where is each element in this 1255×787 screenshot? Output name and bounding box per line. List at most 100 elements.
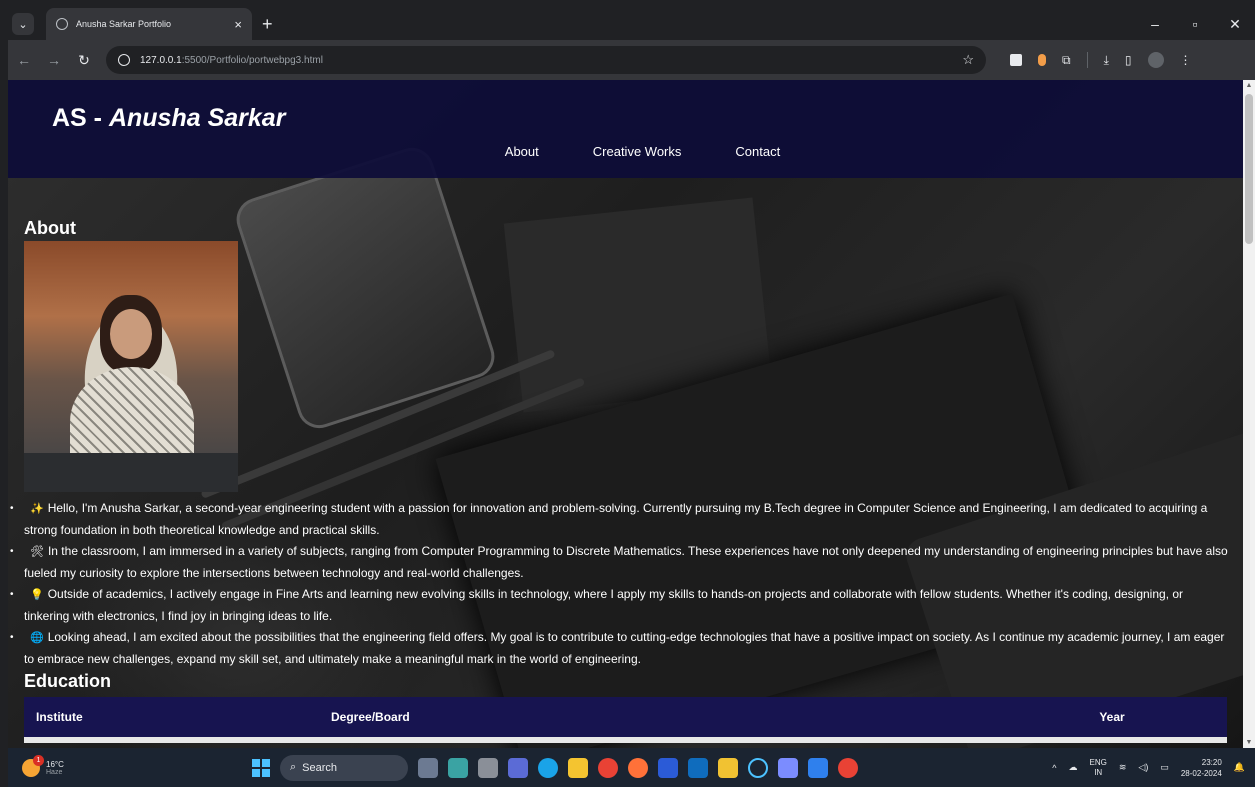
sparkles-icon: ✨ — [30, 503, 44, 515]
lang-code: ENG — [1089, 757, 1107, 767]
col-year: Year — [997, 697, 1227, 737]
postman-icon[interactable] — [778, 757, 798, 778]
menu-kebab-icon[interactable]: ⋮ — [1180, 53, 1192, 67]
bullet-icon: • — [10, 503, 14, 514]
profile-avatar-icon[interactable] — [1147, 52, 1164, 68]
task-view-icon[interactable] — [478, 757, 498, 778]
file-explorer-icon[interactable] — [568, 757, 588, 778]
region-code: IN — [1094, 767, 1103, 777]
toolbar-divider — [1086, 52, 1088, 68]
linkedin-app-icon[interactable] — [658, 757, 678, 778]
bullet-icon: • — [10, 546, 14, 557]
nav-contact[interactable]: Contact — [735, 144, 780, 159]
onedrive-cloud-icon[interactable]: ☁ — [1069, 762, 1078, 773]
table-header-row: Institute Degree/Board Year — [24, 697, 1227, 737]
notification-badge: 1 — [33, 754, 44, 766]
wifi-icon[interactable]: ≋ — [1119, 762, 1127, 773]
extensions-puzzle-icon[interactable]: ⧉ — [1062, 53, 1071, 68]
page-viewport: AS - Anusha Sarkar About Creative Works … — [8, 80, 1243, 748]
store-icon[interactable] — [718, 757, 738, 778]
profile-photo — [24, 241, 238, 492]
bookmark-star-icon[interactable]: ☆ — [962, 52, 974, 68]
notification-bell-icon[interactable]: 🔔 — [1234, 762, 1245, 773]
extension-check-icon[interactable] — [1010, 54, 1022, 66]
weather-temp: 16°C — [46, 759, 64, 769]
os-taskbar: 1 16°C Haze ⌕ Search ^ ☁ ENG IN ≋ ◁) ▭ 2… — [8, 748, 1255, 787]
page-scrollbar[interactable]: ▲ ▼ — [1243, 80, 1255, 748]
col-institute: Institute — [24, 697, 319, 737]
photo-face — [110, 309, 152, 359]
widgets-icon[interactable] — [418, 757, 438, 778]
teams-icon[interactable] — [508, 757, 528, 778]
back-arrow-icon[interactable]: ← — [16, 52, 32, 68]
taskbar-search[interactable]: ⌕ Search — [280, 754, 408, 781]
new-tab-icon[interactable]: + — [262, 14, 273, 35]
about-text: Outside of academics, I actively engage … — [24, 587, 1184, 623]
about-item: • 💡 Outside of academics, I actively engag… — [10, 584, 1229, 627]
about-item: • ✨ Hello, I'm Anusha Sarkar, a second-yea… — [10, 498, 1229, 541]
nav-creative-works[interactable]: Creative Works — [593, 144, 682, 159]
vscode-icon[interactable] — [808, 757, 828, 778]
close-window-icon[interactable]: ✕ — [1215, 16, 1255, 33]
windows-start-icon[interactable] — [252, 758, 270, 777]
forward-arrow-icon[interactable]: → — [46, 52, 62, 68]
extension-orange-icon[interactable] — [1038, 54, 1046, 66]
clock-time: 23:20 — [1201, 757, 1222, 767]
scroll-up-icon[interactable]: ▲ — [1243, 82, 1255, 89]
reload-icon[interactable]: ↻ — [76, 52, 92, 69]
tray-chevron-icon[interactable]: ^ — [1052, 763, 1056, 773]
edge-icon[interactable] — [538, 757, 558, 778]
chrome-icon[interactable] — [598, 757, 618, 778]
cortana-icon[interactable] — [748, 757, 768, 778]
about-item: • 🛠 In the classroom, I am immersed in a v… — [10, 541, 1229, 584]
site-header: AS - Anusha Sarkar About Creative Works … — [8, 80, 1243, 178]
bullet-icon: • — [10, 632, 14, 643]
volume-icon[interactable]: ◁) — [1138, 762, 1148, 773]
about-text: Hello, I'm Anusha Sarkar, a second-year … — [24, 501, 1208, 537]
brand-name: Anusha Sarkar — [108, 104, 286, 132]
education-heading: Education — [24, 671, 112, 691]
site-info-icon[interactable] — [118, 54, 130, 66]
search-label: Search — [302, 761, 338, 774]
tools-icon: 🛠 — [30, 546, 44, 558]
lightbulb-icon: 💡 — [30, 589, 44, 601]
language-indicator[interactable]: ENG IN — [1090, 758, 1107, 778]
system-tray: ^ ☁ ENG IN ≋ ◁) ▭ 23:20 28-02-2024 🔔 — [1052, 757, 1245, 779]
chrome-profile-icon[interactable] — [838, 757, 858, 778]
about-text: Looking ahead, I am excited about the po… — [24, 630, 1225, 666]
extensions-area: ⧉ ⤓ ▯ ⋮ — [1010, 52, 1192, 68]
mail-icon[interactable] — [688, 757, 708, 778]
weather-text: 16°C Haze — [46, 760, 64, 776]
about-heading: About — [24, 218, 76, 238]
restore-icon[interactable]: ▫ — [1175, 16, 1215, 33]
education-table: Institute Degree/Board Year — [24, 697, 1227, 743]
minimize-icon[interactable]: – — [1135, 16, 1175, 33]
about-item: • 🌐 Looking ahead, I am excited about the … — [10, 627, 1229, 670]
nav-about[interactable]: About — [505, 144, 539, 159]
firefox-icon[interactable] — [628, 757, 648, 778]
site-brand[interactable]: AS - Anusha Sarkar — [52, 104, 285, 133]
address-bar[interactable]: 127.0.0.1:5500/Portfolio/portwebpg3.html… — [106, 46, 986, 74]
globe-icon: 🌐 — [30, 632, 44, 644]
brand-initials: AS - — [52, 104, 109, 132]
screen: ⌄ Anusha Sarkar Portfolio × + – ▫ ✕ ← → … — [0, 0, 1255, 787]
url-text[interactable]: 127.0.0.1:5500/Portfolio/portwebpg3.html — [140, 55, 323, 66]
browser-toolbar: ← → ↻ 127.0.0.1:5500/Portfolio/portwebpg… — [8, 40, 1255, 80]
weather-widget[interactable]: 1 16°C Haze — [22, 754, 252, 777]
battery-icon[interactable]: ▭ — [1160, 762, 1169, 773]
clock-date: 28-02-2024 — [1180, 768, 1222, 778]
window-controls: – ▫ ✕ — [1135, 16, 1255, 33]
browser-tab[interactable]: Anusha Sarkar Portfolio × — [46, 8, 252, 40]
search-icon: ⌕ — [290, 761, 297, 773]
close-tab-icon[interactable]: × — [234, 17, 242, 32]
copilot-icon[interactable] — [448, 757, 468, 778]
weather-condition: Haze — [46, 768, 63, 776]
download-icon[interactable]: ⤓ — [1104, 53, 1109, 68]
clock[interactable]: 23:20 28-02-2024 — [1181, 757, 1222, 779]
table-cell — [24, 737, 1227, 743]
scroll-down-icon[interactable]: ▼ — [1243, 739, 1255, 746]
tab-search-icon[interactable]: ⌄ — [12, 13, 34, 35]
taskbar-apps: ⌕ Search — [252, 754, 858, 781]
scrollbar-thumb[interactable] — [1245, 94, 1253, 244]
side-panel-icon[interactable]: ▯ — [1125, 53, 1132, 67]
